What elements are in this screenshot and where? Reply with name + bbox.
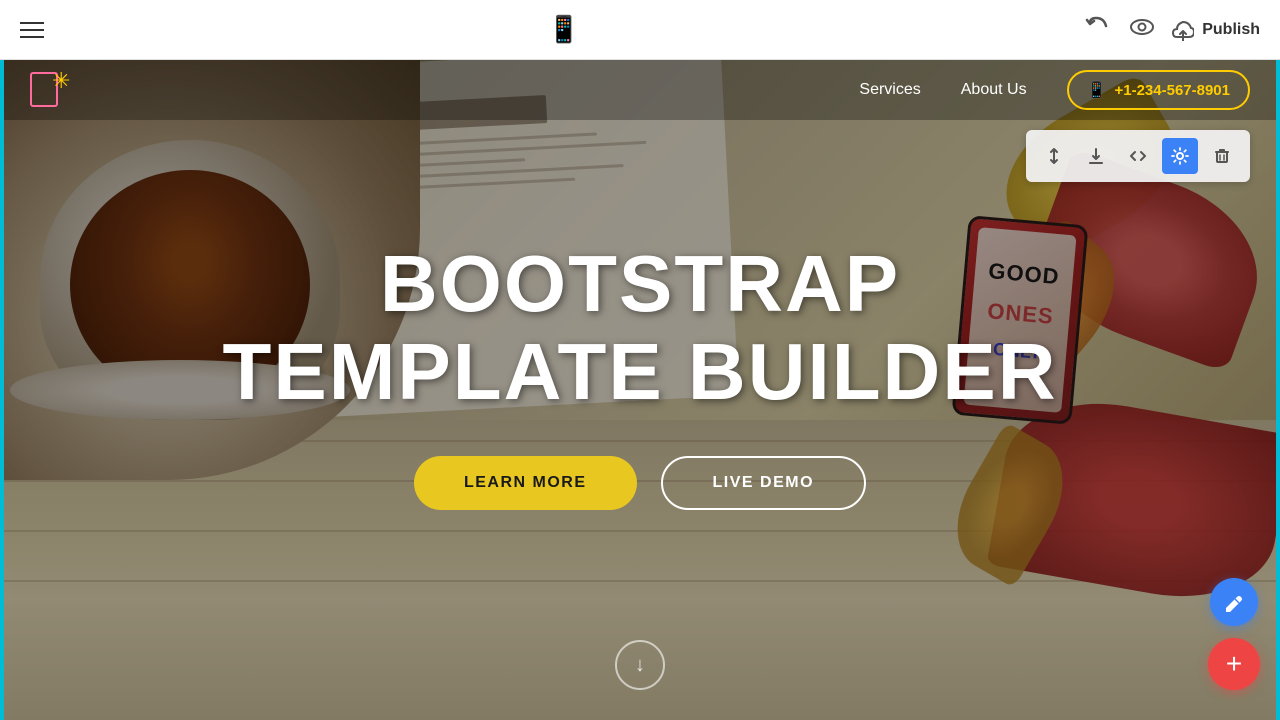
code-button[interactable] xyxy=(1120,138,1156,174)
publish-label: Publish xyxy=(1202,21,1260,39)
hero-title-line1: BOOTSTRAP xyxy=(380,239,900,328)
hamburger-menu[interactable] xyxy=(20,22,44,38)
hero-content: BOOTSTRAP TEMPLATE BUILDER LEARN MORE LI… xyxy=(0,140,1280,510)
learn-more-button[interactable]: LEARN MORE xyxy=(414,456,637,510)
logo-icon: ✳ xyxy=(30,70,80,110)
canvas-border-left xyxy=(0,60,4,720)
nav-about[interactable]: About Us xyxy=(961,81,1027,99)
download-button[interactable] xyxy=(1078,138,1114,174)
nav-services[interactable]: Services xyxy=(859,81,920,99)
undo-icon[interactable] xyxy=(1084,13,1112,47)
hero-buttons: LEARN MORE LIVE DEMO xyxy=(414,456,866,510)
settings-button[interactable] xyxy=(1162,138,1198,174)
fab-add-button[interactable]: + xyxy=(1208,638,1260,690)
toolbar-center: 📱 xyxy=(548,14,580,45)
fab-edit-button[interactable] xyxy=(1210,578,1258,626)
sort-button[interactable] xyxy=(1036,138,1072,174)
site-logo: ✳ xyxy=(30,70,80,110)
add-icon: + xyxy=(1226,650,1242,678)
float-toolbar xyxy=(1026,130,1250,182)
hero-title: BOOTSTRAP TEMPLATE BUILDER xyxy=(223,240,1058,416)
live-demo-button[interactable]: LIVE DEMO xyxy=(661,456,867,510)
top-toolbar: 📱 Publish xyxy=(0,0,1280,60)
phone-number: +1-234-567-8901 xyxy=(1114,82,1230,99)
hero-title-line2: TEMPLATE BUILDER xyxy=(223,327,1058,416)
mobile-preview-icon[interactable]: 📱 xyxy=(548,14,580,45)
fab-container: + xyxy=(1208,578,1260,690)
nav-phone-button[interactable]: 📱 +1-234-567-8901 xyxy=(1067,70,1250,110)
publish-button[interactable]: Publish xyxy=(1172,19,1260,41)
phone-icon: 📱 xyxy=(1087,80,1107,100)
logo-sun-icon: ✳ xyxy=(52,70,70,92)
canvas: GOOD ONES ONLY ✳ Services About Us 📱 +1-… xyxy=(0,60,1280,720)
nav-links: Services About Us 📱 +1-234-567-8901 xyxy=(859,70,1250,110)
delete-button[interactable] xyxy=(1204,138,1240,174)
toolbar-right: Publish xyxy=(1084,13,1260,47)
canvas-border-right xyxy=(1276,60,1280,720)
preview-icon[interactable] xyxy=(1128,13,1156,47)
toolbar-left xyxy=(20,22,44,38)
site-navigation: ✳ Services About Us 📱 +1-234-567-8901 xyxy=(0,60,1280,120)
scroll-down-arrow[interactable]: ↓ xyxy=(615,640,665,690)
arrow-icon: ↓ xyxy=(635,654,645,677)
